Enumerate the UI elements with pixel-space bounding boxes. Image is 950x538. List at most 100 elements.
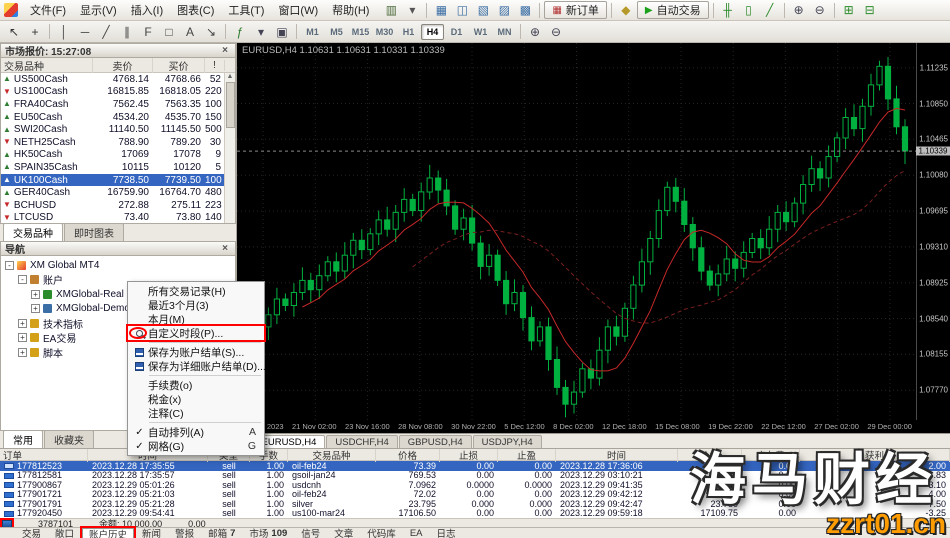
collapse-icon[interactable]: - bbox=[5, 261, 14, 270]
market-watch-column-1[interactable]: 卖价 bbox=[93, 58, 153, 73]
tab-mailbox[interactable]: 邮箱7 bbox=[202, 528, 241, 538]
market-watch-icon[interactable]: ▦ bbox=[431, 2, 451, 19]
collapse-icon[interactable]: - bbox=[18, 275, 27, 284]
expand-icon[interactable]: + bbox=[31, 304, 40, 313]
shapes-icon[interactable]: □ bbox=[159, 23, 179, 40]
ctx-taxes[interactable]: 税金(x) bbox=[128, 392, 264, 406]
periods-icon[interactable]: ▾ bbox=[251, 23, 271, 40]
market-row[interactable]: ▲FRA40Cash7562.457563.35100 bbox=[1, 98, 235, 111]
new-order-button[interactable]: ▦新订单 bbox=[544, 1, 606, 19]
market-row[interactable]: ▲SPAIN35Cash10115101205 bbox=[1, 161, 235, 174]
market-row[interactable]: ▲SWI20Cash11140.5011145.50500 bbox=[1, 123, 235, 136]
market-watch-scrollbar[interactable]: ▲ bbox=[224, 73, 235, 223]
expand-icon[interactable]: + bbox=[18, 333, 27, 342]
new-chart-icon[interactable]: ▥ bbox=[381, 2, 401, 19]
history-column-7[interactable]: 止盈 bbox=[498, 448, 556, 462]
ctx-last-3-months[interactable]: 最近3个月(3) bbox=[128, 298, 264, 312]
history-row[interactable]: 1778125232023.12.28 17:35:55sell1.00oil-… bbox=[0, 461, 950, 471]
timeframe-m30[interactable]: M30 bbox=[373, 24, 396, 40]
menu-insert[interactable]: 插入(I) bbox=[124, 0, 170, 20]
tab-exposure[interactable]: 敞口 bbox=[49, 528, 80, 538]
indicators-icon[interactable]: ƒ bbox=[230, 23, 250, 40]
timeframe-m5[interactable]: M5 bbox=[325, 24, 348, 40]
timeframe-m1[interactable]: M1 bbox=[301, 24, 324, 40]
tile-windows-icon[interactable]: ⊞ bbox=[839, 2, 859, 19]
navigator-icon[interactable]: ▧ bbox=[473, 2, 493, 19]
channel-icon[interactable]: ∥ bbox=[117, 23, 137, 40]
scroll-thumb[interactable] bbox=[226, 82, 235, 128]
timeframe-h1[interactable]: H1 bbox=[397, 24, 420, 40]
expand-icon[interactable]: + bbox=[18, 319, 27, 328]
cursor-icon[interactable]: ↖ bbox=[4, 23, 24, 40]
tab-market[interactable]: 市场109 bbox=[243, 528, 293, 538]
fibonacci-icon[interactable]: F bbox=[138, 23, 158, 40]
menu-window[interactable]: 窗口(W) bbox=[271, 0, 325, 20]
tab-signals[interactable]: 信号 bbox=[295, 528, 326, 538]
zoom-in-icon-2[interactable]: ⊕ bbox=[525, 23, 545, 40]
close-icon[interactable]: × bbox=[219, 243, 231, 254]
tab-articles[interactable]: 文章 bbox=[328, 528, 359, 538]
autotrading-button[interactable]: ▶自动交易 bbox=[637, 1, 709, 19]
market-watch-column-2[interactable]: 买价 bbox=[153, 58, 205, 73]
market-watch-column-0[interactable]: 交易品种 bbox=[1, 58, 93, 73]
history-column-10[interactable]: 库存费 bbox=[742, 448, 800, 462]
tab-journal[interactable]: 日志 bbox=[431, 528, 462, 538]
terminal-icon[interactable]: ▨ bbox=[494, 2, 514, 19]
ctx-save-detailed-report[interactable]: 保存为详细账户结单(D)... bbox=[128, 359, 264, 373]
ctx-comments[interactable]: 注释(C) bbox=[128, 406, 264, 420]
expand-icon[interactable]: + bbox=[18, 348, 27, 357]
tab-account-history[interactable]: 账户历史 bbox=[82, 528, 134, 538]
horizontal-line-icon[interactable]: ─ bbox=[75, 23, 95, 40]
menu-view[interactable]: 显示(V) bbox=[73, 0, 124, 20]
history-column-6[interactable]: 止损 bbox=[440, 448, 498, 462]
zoom-in-icon[interactable]: ⊕ bbox=[789, 2, 809, 19]
chart-area[interactable]: EURUSD,H4 1.10631 1.10631 1.10331 1.1033… bbox=[237, 43, 950, 448]
history-column-9[interactable]: 价格 bbox=[678, 448, 742, 462]
timeframe-w1[interactable]: W1 bbox=[469, 24, 492, 40]
menu-charts[interactable]: 图表(C) bbox=[170, 0, 221, 20]
trendline-icon[interactable]: ╱ bbox=[96, 23, 116, 40]
navigator-root[interactable]: -XM Global MT4 bbox=[1, 258, 235, 273]
chart-tab-gbpusd[interactable]: GBPUSD,H4 bbox=[399, 435, 472, 448]
tab-code-base[interactable]: 代码库 bbox=[361, 528, 402, 538]
market-row[interactable]: ▼BCHUSD272.88275.11223 bbox=[1, 199, 235, 212]
history-row[interactable]: 1779008672023.12.29 05:01:26sell1.00usdc… bbox=[0, 480, 950, 490]
ctx-commissions[interactable]: 手续费(o) bbox=[128, 378, 264, 392]
chart-tab-usdjpy[interactable]: USDJPY,H4 bbox=[473, 435, 542, 448]
tab-experts[interactable]: EA bbox=[404, 528, 429, 538]
tab-common[interactable]: 常用 bbox=[3, 430, 43, 448]
crosshair-icon[interactable]: + bbox=[25, 23, 45, 40]
market-row[interactable]: ▲GER40Cash16759.9016764.70480 bbox=[1, 186, 235, 199]
zoom-out-icon[interactable]: ⊖ bbox=[810, 2, 830, 19]
line-chart-icon[interactable]: ╱ bbox=[760, 2, 780, 19]
timeframe-mn[interactable]: MN bbox=[493, 24, 516, 40]
market-row[interactable]: ▲EU50Cash4534.204535.70150 bbox=[1, 111, 235, 124]
chart-tab-usdchf[interactable]: USDCHF,H4 bbox=[326, 435, 397, 448]
ctx-this-month[interactable]: 本月(M) bbox=[128, 312, 264, 326]
market-row[interactable]: ▼LTCUSD73.4073.80140 bbox=[1, 212, 235, 224]
expand-icon[interactable]: + bbox=[31, 290, 40, 299]
market-watch-column-3[interactable]: ! bbox=[205, 60, 225, 71]
tab-alerts[interactable]: 警报 bbox=[169, 528, 200, 538]
market-row[interactable]: ▲HK50Cash17069170789 bbox=[1, 149, 235, 162]
cascade-windows-icon[interactable]: ⊟ bbox=[860, 2, 880, 19]
history-column-4[interactable]: 交易品种 bbox=[288, 448, 376, 462]
market-row[interactable]: ▼NETH25Cash788.90789.2030 bbox=[1, 136, 235, 149]
close-icon[interactable]: × bbox=[219, 45, 231, 56]
tab-favorites[interactable]: 收藏夹 bbox=[44, 430, 94, 448]
history-column-0[interactable]: 订单 bbox=[0, 448, 88, 462]
history-row[interactable]: 1779017212023.12.29 05:21:03sell1.00oil-… bbox=[0, 490, 950, 500]
history-column-11[interactable]: 获利 bbox=[800, 448, 950, 462]
vertical-line-icon[interactable]: │ bbox=[54, 23, 74, 40]
ctx-auto-arrange[interactable]: ✓自动排列(A)A bbox=[128, 425, 264, 439]
ctx-custom-period[interactable]: 自定义时段(P)... bbox=[128, 326, 264, 340]
tab-trade[interactable]: 交易 bbox=[16, 528, 47, 538]
ctx-save-report[interactable]: 保存为账户结单(S)... bbox=[128, 345, 264, 359]
menu-help[interactable]: 帮助(H) bbox=[325, 0, 376, 20]
profiles-icon[interactable]: ▾ bbox=[402, 2, 422, 19]
tab-news[interactable]: 新闻 bbox=[136, 528, 167, 538]
metaeditor-icon[interactable]: ◆ bbox=[616, 2, 636, 19]
timeframe-m15[interactable]: M15 bbox=[349, 24, 372, 40]
ctx-grid[interactable]: ✓网格(G)G bbox=[128, 439, 264, 453]
market-row[interactable]: ▲US500Cash4768.144768.6652 bbox=[1, 73, 235, 86]
